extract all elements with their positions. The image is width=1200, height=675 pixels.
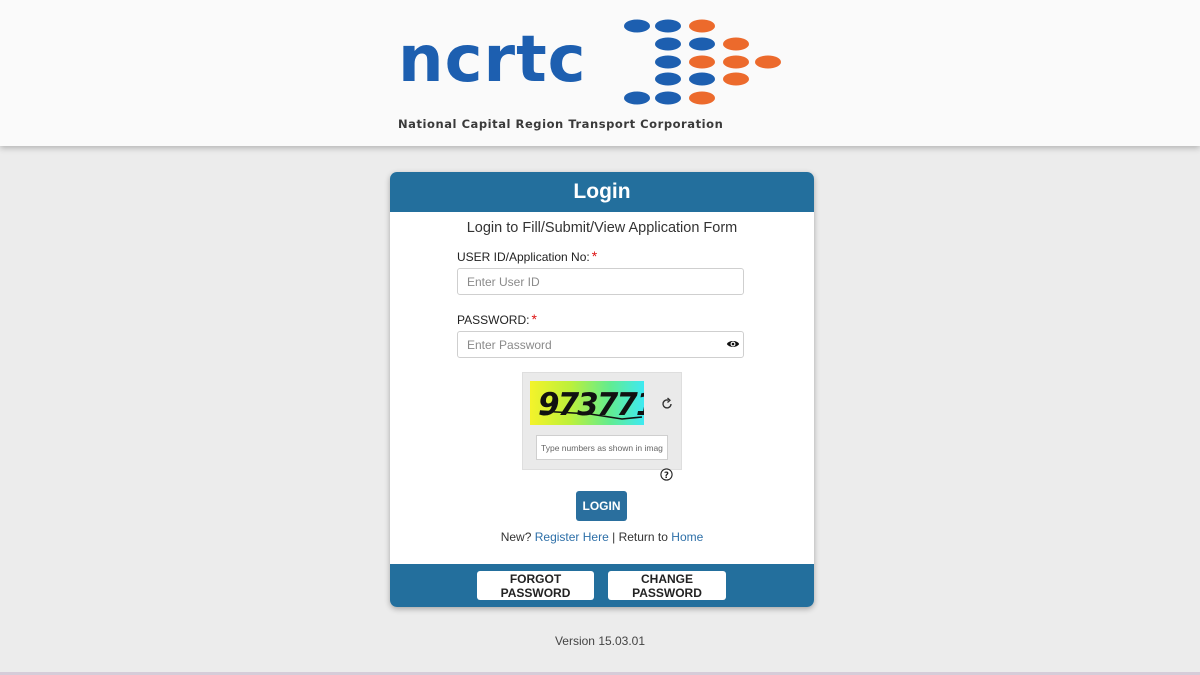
return-text: Return to bbox=[618, 530, 668, 544]
user-id-input[interactable] bbox=[457, 268, 744, 295]
password-label-text: PASSWORD: bbox=[457, 313, 530, 327]
help-icon-glyph: ? bbox=[664, 471, 669, 481]
register-home-links: New? Register Here | Return to Home bbox=[390, 530, 814, 544]
login-card-footer: FORGOT PASSWORD CHANGE PASSWORD bbox=[390, 564, 814, 607]
ncrtc-logo-text: ncrtc bbox=[398, 23, 587, 97]
captcha-panel: 973771 bbox=[522, 372, 682, 470]
captcha-input[interactable] bbox=[536, 435, 668, 460]
refresh-icon[interactable] bbox=[661, 397, 673, 411]
link-separator: | bbox=[612, 530, 616, 544]
version-text: Version 15.03.01 bbox=[554, 634, 646, 648]
user-id-label: USER ID/Application No: * bbox=[457, 248, 597, 264]
eye-icon[interactable] bbox=[726, 337, 740, 351]
login-card: Login Login to Fill/Submit/View Applicat… bbox=[390, 172, 814, 607]
forgot-password-button[interactable]: FORGOT PASSWORD bbox=[477, 571, 594, 600]
login-button[interactable]: LOGIN bbox=[576, 491, 627, 521]
home-link[interactable]: Home bbox=[671, 530, 703, 544]
password-label: PASSWORD: * bbox=[457, 311, 537, 327]
logo-tagline: National Capital Region Transport Corpor… bbox=[398, 117, 724, 131]
captcha-noise-line bbox=[539, 410, 643, 420]
change-password-button[interactable]: CHANGE PASSWORD bbox=[608, 571, 726, 600]
login-subtitle: Login to Fill/Submit/View Application Fo… bbox=[466, 220, 738, 236]
login-card-title: Login bbox=[390, 172, 814, 212]
new-text: New? bbox=[500, 530, 532, 544]
required-mark: * bbox=[531, 311, 537, 327]
site-header: ncrtc National Capital Region Transport … bbox=[0, 0, 1200, 146]
register-link[interactable]: Register Here bbox=[535, 530, 609, 544]
required-mark: * bbox=[591, 248, 598, 264]
user-id-label-text: USER ID/Application No: bbox=[457, 250, 590, 264]
captcha-image: 973771 bbox=[530, 381, 644, 425]
help-icon[interactable]: ? bbox=[660, 468, 673, 481]
password-input[interactable] bbox=[457, 331, 744, 358]
